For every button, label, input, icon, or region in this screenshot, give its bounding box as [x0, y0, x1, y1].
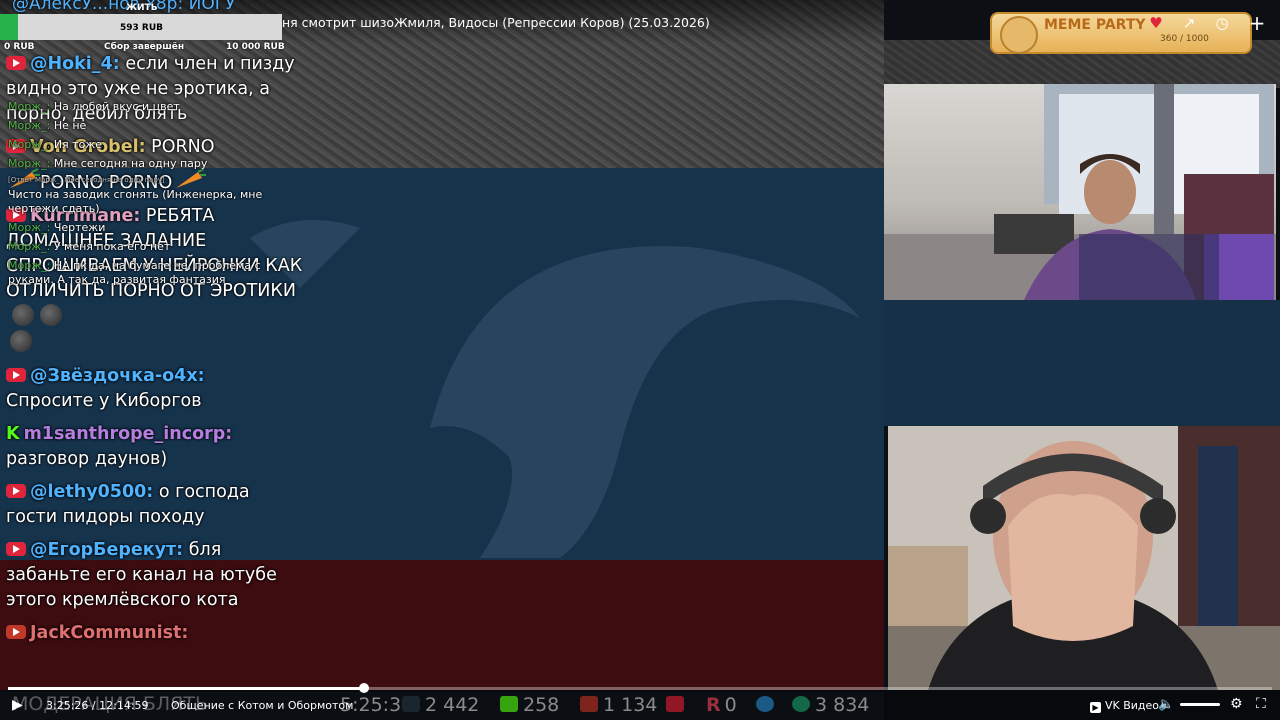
- small-chat-user: Морж_:: [8, 259, 51, 272]
- chat-message: @lethy0500: о господа гости пидоры поход…: [6, 480, 306, 530]
- small-chat-text: Чертежи: [53, 221, 106, 234]
- chat-username: m1santhrope_incorp:: [23, 424, 233, 444]
- chat-text: разговор даунов): [6, 449, 168, 469]
- doge-icon: [1000, 16, 1038, 54]
- play-icon[interactable]: ▶: [12, 697, 23, 713]
- small-chat-user: Морж_:: [8, 240, 51, 253]
- face-emote: [10, 330, 32, 352]
- small-chat-message: Морж_: У меня пока его нет: [8, 240, 270, 254]
- face-emote: [12, 304, 34, 326]
- youtube-icon: [6, 56, 26, 70]
- vk-video-brand[interactable]: ▶ VK Видео: [1090, 699, 1159, 713]
- small-chat-user: Морж_:: [8, 138, 51, 151]
- small-chat-user: Морж_:: [8, 157, 51, 170]
- donation-amount: 593 RUB: [120, 23, 164, 33]
- small-chat-text: У меня пока его нет: [53, 240, 171, 253]
- small-chat-message: Морж_: На любой вкус и цвет: [8, 100, 270, 114]
- progress-fill: [8, 687, 365, 690]
- face-emote: [40, 304, 62, 326]
- secondary-chat-overlay: Морж_: На любой вкус и цвет Морж_: Не не…: [8, 100, 270, 292]
- add-icon[interactable]: +: [1244, 10, 1270, 36]
- webcam-guest-top: [884, 84, 1276, 300]
- heart-icon[interactable]: ♥: [1143, 10, 1169, 36]
- time-display: 3:25:26 / 12:14:59: [46, 699, 149, 712]
- meme-party-label: MEME PARTY: [1044, 17, 1146, 33]
- chat-username: @Hoki_4:: [30, 54, 120, 74]
- chat-message: Km1santhrope_incorp: разговор даунов): [6, 422, 306, 472]
- youtube-icon: [6, 484, 26, 498]
- right-panel-blue: [884, 300, 1280, 426]
- settings-icon[interactable]: ⚙: [1230, 696, 1243, 712]
- share-icon[interactable]: ↗: [1176, 10, 1202, 36]
- chat-username: @Звёздочка-о4х:: [30, 366, 205, 386]
- webcam-scene-2: [888, 426, 1280, 690]
- small-chat-user: Морж_:: [8, 100, 51, 113]
- youtube-icon: [6, 542, 26, 556]
- video-title: ня смотрит шизоЖмиля, Видосы (Репрессии …: [282, 15, 710, 30]
- chat-username: JackCommunist:: [30, 623, 189, 643]
- clock-icon[interactable]: ◷: [1209, 10, 1235, 36]
- current-time: 3:25:26: [46, 699, 89, 712]
- donation-status: Сбор завершён: [104, 42, 185, 52]
- chat-message: @Звёздочка-о4х: Спросите у Киборгов: [6, 364, 306, 414]
- brand-label: VK Видео: [1105, 699, 1160, 712]
- small-chat-message: Чисто на заводик сгонять (Инженерка, мне…: [8, 188, 263, 215]
- vk-live-icon: [6, 625, 26, 639]
- donation-max: 10 000 RUB: [226, 42, 285, 52]
- chat-message: @ЕгорБерекут: бля забаньте его канал на …: [6, 538, 306, 613]
- small-chat-message: Морж_: Мне сегодня на одну пару: [8, 157, 270, 171]
- small-chat-text: Не не: [53, 119, 87, 132]
- chapter-divider-icon: ·: [142, 698, 146, 712]
- chapter-title[interactable]: Общение с Котом и Обормотом: [171, 699, 353, 712]
- volume-icon[interactable]: 🔈: [1158, 697, 1174, 712]
- volume-slider[interactable]: [1180, 703, 1220, 706]
- small-chat-message: Морж_: Чертежи: [8, 221, 270, 235]
- donation-min: 0 RUB: [4, 42, 35, 52]
- small-chat-user: Морж_:: [8, 119, 51, 132]
- small-chat-message: Морж_: Не не: [8, 119, 270, 133]
- time-separator: /: [91, 699, 96, 712]
- vk-logo-icon: ▶: [1090, 702, 1101, 713]
- youtube-icon: [6, 368, 26, 382]
- chat-message: JackCommunist:: [6, 621, 306, 646]
- small-chat-text: На любой вкус и цвет: [53, 100, 180, 113]
- chat-text: Спросите у Киборгов: [6, 391, 202, 411]
- kick-icon: K: [6, 424, 20, 444]
- small-chat-user: Морж_:: [8, 221, 51, 234]
- fullscreen-icon[interactable]: ⛶: [1256, 696, 1266, 712]
- donation-title: ЖИТЬ: [126, 3, 158, 13]
- small-chat-text: Ия тоже: [53, 138, 102, 151]
- small-chat-reply: [Ответ Морж_: Мне сегодня на одну пару]: [8, 176, 165, 184]
- small-chat-message: Морж_: Ия тоже: [8, 138, 270, 152]
- small-chat-message: Морж_: НА пк да, на бумаге не, проблема …: [8, 259, 270, 287]
- webcam-scene-1: [884, 84, 1276, 300]
- chat-username: @lethy0500:: [30, 482, 154, 502]
- chat-username: @ЕгорБерекут:: [30, 540, 184, 560]
- webcam-host-bottom: [888, 426, 1280, 690]
- donation-progress-fill: [0, 14, 18, 40]
- small-chat-text: Мне сегодня на одну пару: [53, 157, 208, 170]
